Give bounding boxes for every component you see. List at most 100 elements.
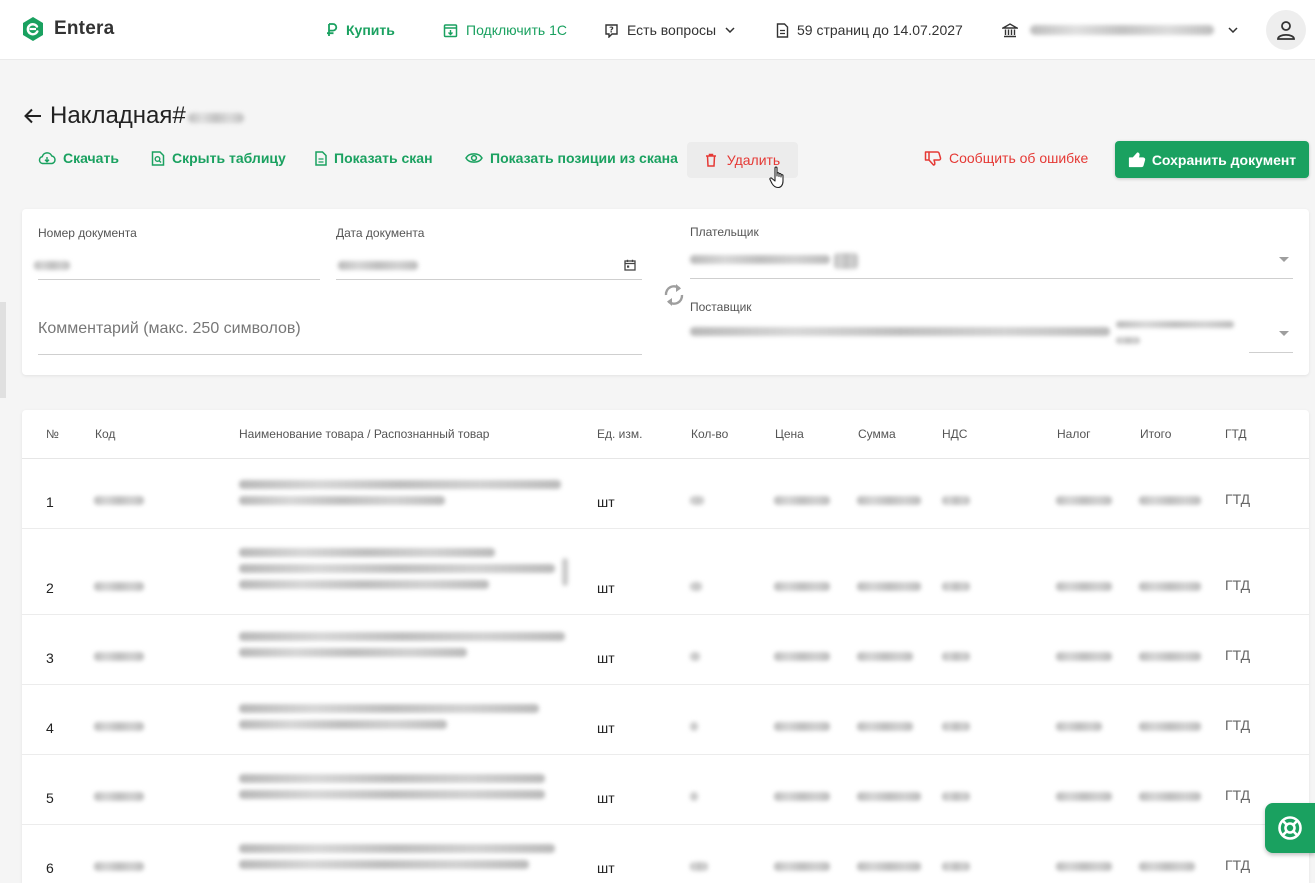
price-redacted[interactable]: [774, 496, 830, 505]
save-document-button[interactable]: Сохранить документ: [1115, 141, 1309, 178]
hide-table-button[interactable]: Скрыть таблицу: [151, 150, 286, 166]
total-redacted[interactable]: [1139, 582, 1201, 591]
code-redacted[interactable]: [94, 722, 144, 731]
qty-redacted[interactable]: [690, 862, 708, 871]
col-header-num[interactable]: №: [46, 427, 59, 441]
price-redacted[interactable]: [774, 652, 830, 661]
unit-value[interactable]: шт: [597, 790, 615, 806]
tax-redacted[interactable]: [1056, 792, 1112, 801]
price-redacted[interactable]: [774, 792, 830, 801]
user-avatar[interactable]: [1266, 10, 1306, 50]
qty-redacted[interactable]: [690, 722, 698, 731]
code-redacted[interactable]: [94, 792, 144, 801]
buy-link[interactable]: Купить: [326, 20, 395, 40]
comment-input[interactable]: Комментарий (макс. 250 символов): [38, 320, 301, 338]
tax-redacted[interactable]: [1056, 652, 1112, 661]
report-error-link[interactable]: Сообщить об ошибке: [924, 150, 1088, 166]
col-header-sum[interactable]: Сумма: [858, 427, 896, 441]
page-title-row: Накладная#: [24, 102, 244, 130]
show-scan-button[interactable]: Показать скан: [315, 150, 433, 166]
vat-redacted[interactable]: [942, 862, 970, 871]
entera-logo[interactable]: Entera: [22, 17, 114, 41]
col-header-name[interactable]: Наименование товара / Распознанный товар: [239, 427, 489, 441]
price-redacted[interactable]: [774, 862, 830, 871]
doc-date-value-redacted[interactable]: [338, 261, 418, 270]
pages-info[interactable]: 59 страниц до 14.07.2027: [776, 20, 963, 40]
col-header-unit[interactable]: Ед. изм.: [597, 427, 642, 441]
unit-value[interactable]: шт: [597, 580, 615, 596]
col-header-tax[interactable]: Налог: [1057, 427, 1091, 441]
code-redacted[interactable]: [94, 862, 144, 871]
row-number: 2: [46, 580, 54, 596]
tax-redacted[interactable]: [1056, 722, 1102, 731]
sum-redacted[interactable]: [857, 652, 913, 661]
total-redacted[interactable]: [1139, 792, 1201, 801]
product-name-redacted[interactable]: [239, 548, 495, 557]
tax-redacted[interactable]: [1056, 862, 1112, 871]
vat-redacted[interactable]: [942, 792, 970, 801]
gtd-value[interactable]: ГТД: [1225, 787, 1250, 803]
price-redacted[interactable]: [774, 582, 830, 591]
tax-redacted[interactable]: [1056, 496, 1112, 505]
qty-redacted[interactable]: [690, 496, 704, 505]
sum-redacted[interactable]: [857, 792, 921, 801]
vat-redacted[interactable]: [942, 496, 970, 505]
code-redacted[interactable]: [94, 582, 144, 591]
left-edge-panel: [0, 302, 6, 398]
qty-redacted[interactable]: [690, 652, 700, 661]
gtd-value[interactable]: ГТД: [1225, 647, 1250, 663]
col-header-qty[interactable]: Кол-во: [691, 427, 728, 441]
product-scrollbar[interactable]: [562, 558, 568, 586]
vat-redacted[interactable]: [942, 582, 970, 591]
unit-value[interactable]: шт: [597, 860, 615, 876]
total-redacted[interactable]: [1139, 496, 1201, 505]
total-redacted[interactable]: [1139, 652, 1201, 661]
payer-dropdown-arrow-icon[interactable]: [1279, 257, 1289, 262]
gtd-value[interactable]: ГТД: [1225, 717, 1250, 733]
product-name-redacted[interactable]: [239, 774, 545, 783]
connect-1c-link[interactable]: Подключить 1С: [443, 20, 567, 40]
qty-redacted[interactable]: [690, 792, 698, 801]
col-header-gtd[interactable]: ГТД: [1225, 427, 1247, 441]
code-redacted[interactable]: [94, 652, 144, 661]
tax-redacted[interactable]: [1056, 582, 1112, 591]
supplier-value-redacted[interactable]: [690, 327, 1110, 336]
sum-redacted[interactable]: [857, 582, 921, 591]
support-button[interactable]: [1265, 803, 1315, 853]
gtd-value[interactable]: ГТД: [1225, 857, 1250, 873]
total-redacted[interactable]: [1139, 722, 1201, 731]
product-name-redacted[interactable]: [239, 704, 539, 713]
calendar-icon[interactable]: [624, 259, 636, 271]
doc-number-value-redacted[interactable]: [34, 261, 70, 270]
vat-redacted[interactable]: [942, 652, 970, 661]
payer-value-redacted[interactable]: [690, 255, 830, 264]
questions-dropdown[interactable]: ? Есть вопросы: [604, 20, 735, 40]
unit-value[interactable]: шт: [597, 650, 615, 666]
total-redacted[interactable]: [1139, 862, 1195, 871]
swap-refresh-icon[interactable]: [662, 281, 686, 309]
product-name-redacted[interactable]: [239, 844, 555, 853]
sum-redacted[interactable]: [857, 496, 921, 505]
product-name-redacted[interactable]: [239, 632, 565, 641]
price-redacted[interactable]: [774, 722, 830, 731]
organization-selector[interactable]: [1002, 20, 1238, 40]
col-header-price[interactable]: Цена: [775, 427, 804, 441]
back-arrow-icon[interactable]: [24, 108, 42, 124]
download-button[interactable]: Скачать: [38, 150, 119, 166]
col-header-code[interactable]: Код: [95, 427, 115, 441]
col-header-total[interactable]: Итого: [1140, 427, 1171, 441]
gtd-value[interactable]: ГТД: [1225, 577, 1250, 593]
sum-redacted[interactable]: [857, 722, 913, 731]
unit-value[interactable]: шт: [597, 720, 615, 736]
unit-value[interactable]: шт: [597, 494, 615, 510]
vat-redacted[interactable]: [942, 722, 970, 731]
cloud-download-icon: [38, 152, 56, 165]
product-name-redacted[interactable]: [239, 480, 561, 489]
qty-redacted[interactable]: [690, 582, 702, 591]
gtd-value[interactable]: ГТД: [1225, 491, 1250, 507]
supplier-dropdown-arrow-icon[interactable]: [1279, 331, 1289, 336]
show-positions-button[interactable]: Показать позиции из скана: [465, 150, 678, 166]
code-redacted[interactable]: [94, 496, 144, 505]
sum-redacted[interactable]: [857, 862, 921, 871]
col-header-vat[interactable]: НДС: [942, 427, 967, 441]
